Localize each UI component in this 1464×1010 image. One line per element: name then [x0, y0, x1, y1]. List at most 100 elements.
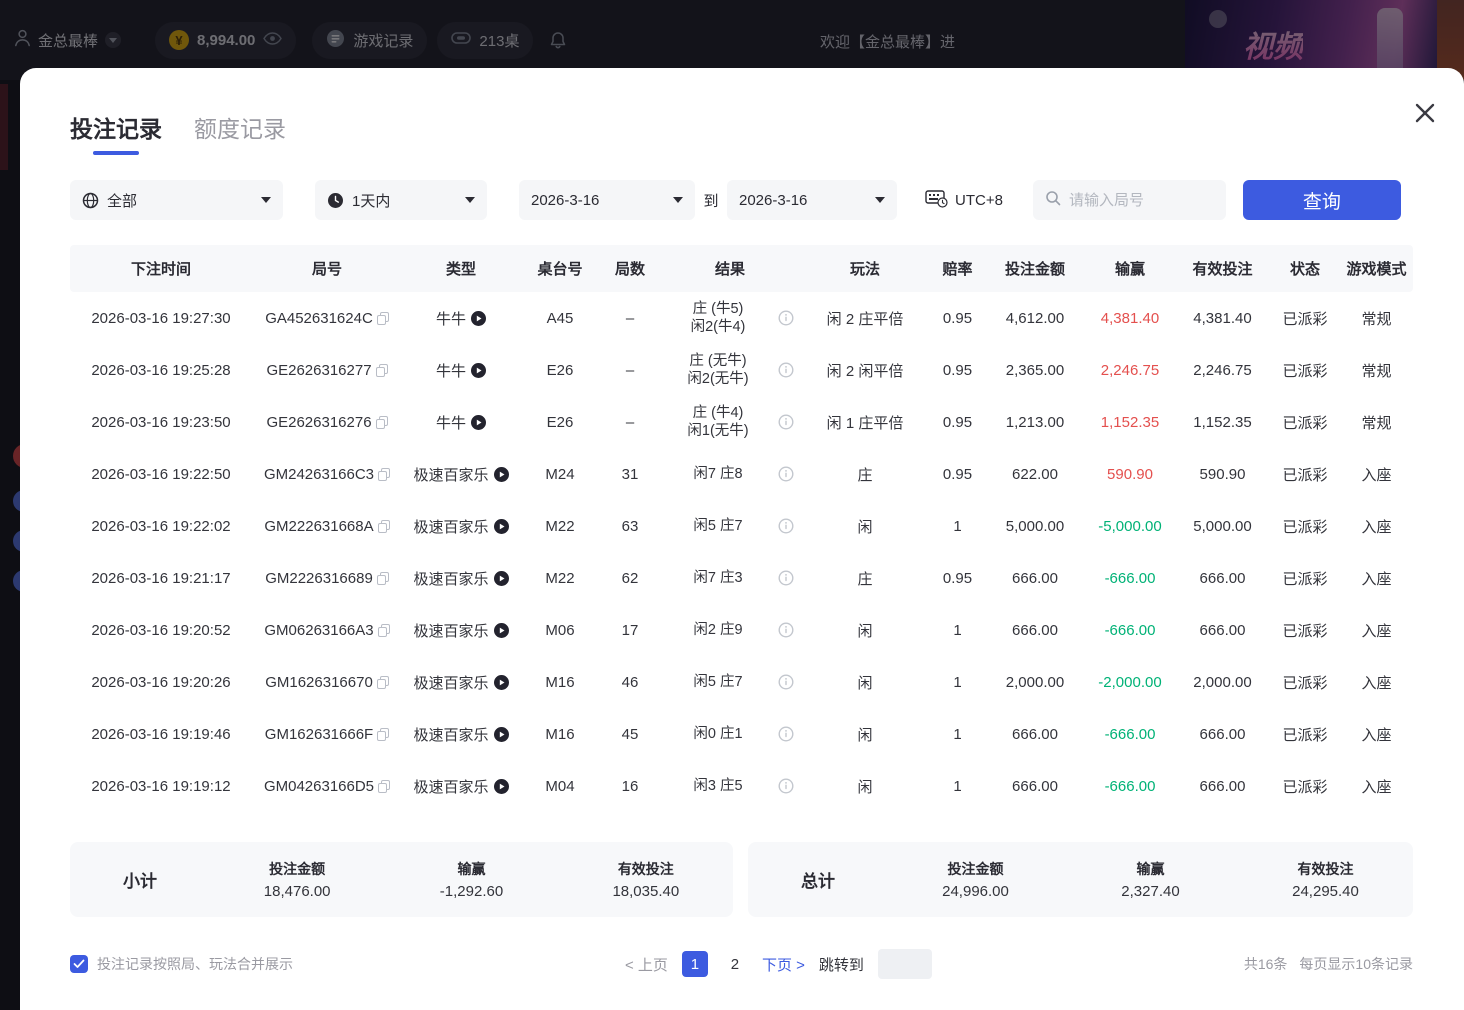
game-type: 极速百家乐: [413, 568, 488, 589]
jump-to-input[interactable]: [878, 949, 932, 979]
date-from-picker[interactable]: 2026-3-16: [519, 180, 695, 220]
round-count: 63: [600, 518, 660, 535]
play-icon[interactable]: [494, 779, 509, 794]
date-from-value: 2026-3-16: [531, 192, 599, 209]
copy-icon[interactable]: [377, 676, 389, 689]
game-id: GA452631624C: [265, 310, 373, 327]
page-1-button[interactable]: 1: [682, 951, 708, 977]
copy-icon[interactable]: [378, 624, 390, 637]
subtotal-box: 小计 投注金额 18,476.00 输赢 -1,292.60 有效投注 18,0…: [70, 842, 733, 917]
info-icon[interactable]: [778, 778, 794, 794]
info-icon[interactable]: [778, 310, 794, 326]
result-cell: 闲7 庄3: [660, 569, 800, 587]
play-type: 闲: [800, 672, 930, 693]
time-range-dropdown[interactable]: 1天内: [315, 180, 487, 220]
result-cell: 庄 (牛5)闲2(牛4): [660, 300, 800, 336]
play-icon[interactable]: [494, 675, 509, 690]
tab-quota-records[interactable]: 额度记录: [194, 110, 286, 155]
column-header: 游戏模式: [1340, 258, 1413, 279]
play-type: 闲: [800, 516, 930, 537]
info-icon[interactable]: [778, 518, 794, 534]
odds: 1: [930, 778, 985, 795]
play-icon[interactable]: [494, 571, 509, 586]
game-id: GM162631666F: [265, 726, 373, 743]
game-type: 极速百家乐: [413, 516, 488, 537]
bet-time: 2026-03-16 19:23:50: [70, 414, 252, 431]
info-icon[interactable]: [778, 622, 794, 638]
game-id-cell: GM1626316670: [252, 674, 402, 691]
info-icon[interactable]: [778, 466, 794, 482]
timezone-selector[interactable]: UTC+8: [925, 189, 1003, 212]
play-icon[interactable]: [471, 363, 486, 378]
table-number: A45: [520, 310, 600, 327]
subtotal-label: 小计: [70, 867, 210, 892]
copy-icon[interactable]: [378, 520, 390, 533]
play-type: 庄: [800, 568, 930, 589]
query-button[interactable]: 查询: [1243, 180, 1401, 220]
bet-time: 2026-03-16 19:20:52: [70, 622, 252, 639]
round-count: –: [600, 310, 660, 327]
game-mode: 入座: [1340, 516, 1413, 537]
info-icon[interactable]: [778, 674, 794, 690]
page-2-button[interactable]: 2: [722, 951, 748, 977]
bet-amount: 666.00: [985, 570, 1085, 587]
play-icon[interactable]: [494, 727, 509, 742]
prev-page-button[interactable]: < 上页: [625, 954, 668, 975]
close-icon[interactable]: [1412, 100, 1438, 126]
column-header: 玩法: [800, 258, 930, 279]
table-row: 2026-03-16 19:19:12GM04263166D5极速百家乐M041…: [70, 760, 1413, 812]
table-row: 2026-03-16 19:19:46GM162631666F极速百家乐M164…: [70, 708, 1413, 760]
result-cell: 闲0 庄1: [660, 725, 800, 743]
game-id: GM2226316689: [265, 570, 373, 587]
copy-icon[interactable]: [377, 312, 389, 325]
modal-footer: 投注记录按照局、玩法合并展示 < 上页 1 2 下页 > 跳转到 共16条 每页…: [70, 946, 1413, 982]
game-id-cell: GM2226316689: [252, 570, 402, 587]
play-icon[interactable]: [494, 519, 509, 534]
date-to-picker[interactable]: 2026-3-16: [727, 180, 897, 220]
bet-time: 2026-03-16 19:22:50: [70, 466, 252, 483]
globe-icon: [82, 192, 99, 209]
copy-icon[interactable]: [378, 468, 390, 481]
game-type: 极速百家乐: [413, 620, 488, 641]
table-number: M16: [520, 726, 600, 743]
game-id-cell: GA452631624C: [252, 310, 402, 327]
copy-icon[interactable]: [377, 728, 389, 741]
table-header-row: 下注时间局号类型桌台号局数结果玩法赔率投注金额输赢有效投注状态游戏模式: [70, 245, 1413, 292]
column-header: 桌台号: [520, 258, 600, 279]
bet-amount: 622.00: [985, 466, 1085, 483]
bet-time: 2026-03-16 19:19:46: [70, 726, 252, 743]
copy-icon[interactable]: [376, 364, 388, 377]
play-icon[interactable]: [494, 467, 509, 482]
keyboard-clock-icon: [925, 189, 948, 212]
info-icon[interactable]: [778, 570, 794, 586]
next-page-button[interactable]: 下页 >: [762, 954, 805, 975]
game-mode: 常规: [1340, 308, 1413, 329]
copy-icon[interactable]: [376, 416, 388, 429]
category-dropdown[interactable]: 全部: [70, 180, 283, 220]
result-line-1: 闲3 庄5: [693, 777, 742, 795]
info-icon[interactable]: [778, 414, 794, 430]
game-id-cell: GM162631666F: [252, 726, 402, 743]
merge-checkbox[interactable]: [70, 955, 88, 973]
game-mode: 入座: [1340, 672, 1413, 693]
status: 已派彩: [1270, 516, 1340, 537]
column-header: 有效投注: [1175, 258, 1270, 279]
game-id-cell: GE2626316276: [252, 414, 402, 431]
copy-icon[interactable]: [378, 780, 390, 793]
table-number: M16: [520, 674, 600, 691]
round-search-input[interactable]: [1069, 192, 1214, 209]
play-icon[interactable]: [471, 415, 486, 430]
tab-bet-records[interactable]: 投注记录: [70, 110, 162, 155]
play-icon[interactable]: [494, 623, 509, 638]
game-mode: 入座: [1340, 724, 1413, 745]
valid-bet: 2,246.75: [1175, 362, 1270, 379]
play-icon[interactable]: [471, 311, 486, 326]
info-icon[interactable]: [778, 362, 794, 378]
play-type: 庄: [800, 464, 930, 485]
round-count: 16: [600, 778, 660, 795]
info-icon[interactable]: [778, 726, 794, 742]
copy-icon[interactable]: [377, 572, 389, 585]
column-header: 投注金额: [985, 258, 1085, 279]
game-type-cell: 牛牛: [402, 412, 520, 433]
column-header: 结果: [660, 258, 800, 279]
